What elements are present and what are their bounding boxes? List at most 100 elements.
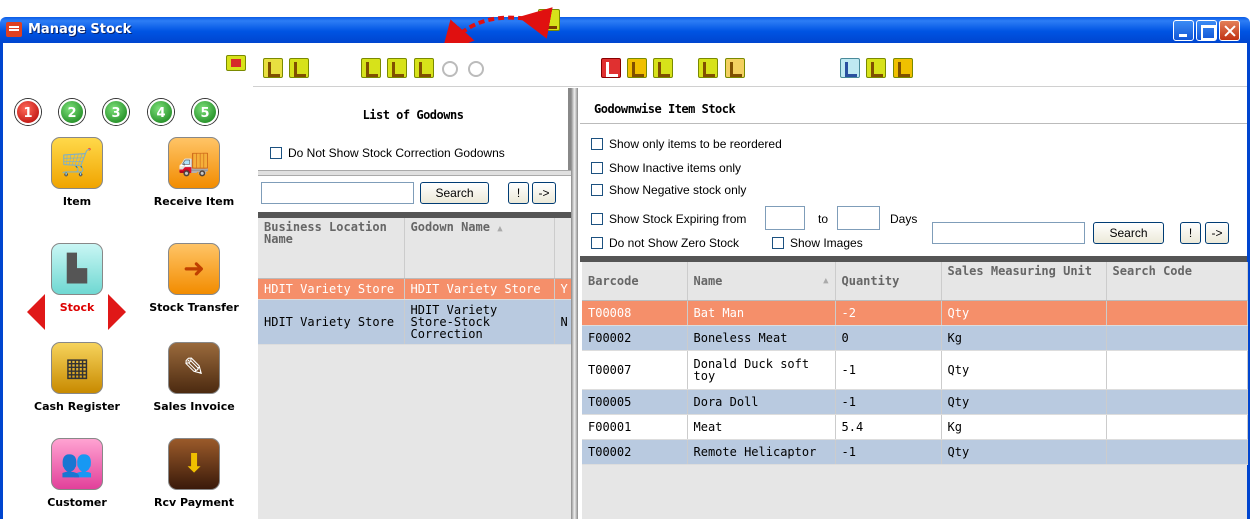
cell-name: Boneless Meat: [687, 325, 836, 351]
table-row[interactable]: HDIT Variety Store HDIT Variety Store-St…: [258, 299, 572, 345]
nav-stock-button[interactable]: ▙ Stock: [27, 243, 127, 314]
step-4-badge[interactable]: 4: [148, 99, 174, 125]
col-quantity[interactable]: Quantity: [835, 262, 942, 301]
step-5-badge[interactable]: 5: [192, 99, 218, 125]
cell-name: Remote Helicaptor: [687, 439, 836, 465]
customer-icon: 👥: [51, 438, 103, 490]
col-godown-name[interactable]: Godown Name ▲: [404, 218, 555, 279]
nav-stock-transfer-button[interactable]: ➜ Stock Transfer: [144, 243, 244, 314]
panel-toggle-icon[interactable]: [226, 55, 246, 71]
step-3-badge[interactable]: 3: [103, 99, 129, 125]
item-search-input[interactable]: [932, 222, 1085, 244]
col-business-location[interactable]: Business Location Name: [258, 218, 405, 279]
item-search-button[interactable]: Search: [1093, 222, 1164, 244]
godown-next-button[interactable]: ->: [532, 182, 556, 204]
maximize-button[interactable]: [1196, 20, 1217, 41]
cell-barcode: T00002: [582, 439, 688, 465]
reload-icon[interactable]: [465, 58, 485, 78]
cell-godown: HDIT Variety Store: [404, 278, 555, 300]
godown-search-button[interactable]: Search: [420, 182, 489, 204]
nav-receive-item-label: Receive Item: [153, 195, 235, 208]
table-row[interactable]: F00001 Meat 5.4 Kg: [582, 414, 1248, 440]
nav-cash-register-button[interactable]: ▦ Cash Register: [27, 342, 127, 413]
sort-asc-icon: ▲: [823, 275, 829, 286]
table-row[interactable]: T00002 Remote Helicaptor -1 Qty: [582, 439, 1248, 465]
cell-quantity: 5.4: [835, 414, 942, 440]
cart-icon[interactable]: [893, 58, 913, 78]
col-search-code[interactable]: Search Code: [1106, 262, 1248, 301]
step-1-badge[interactable]: 1: [15, 99, 41, 125]
godown-exclaim-button[interactable]: !: [508, 182, 529, 204]
cell-extra: Y: [554, 278, 572, 300]
col-barcode[interactable]: Barcode: [582, 262, 688, 301]
nav-item-button[interactable]: 🛒 Item: [27, 137, 127, 208]
stock-in-icon[interactable]: [361, 58, 381, 78]
filter-inactive-checkbox[interactable]: [591, 162, 603, 174]
godowns-panel-header: List of Godowns Do Not Show Stock Correc…: [258, 88, 571, 170]
expiring-to-input[interactable]: [837, 206, 880, 230]
barcode-icon[interactable]: [601, 58, 621, 78]
filter-inactive-row: Show Inactive items only: [591, 161, 741, 175]
cell-unit: Kg: [941, 325, 1107, 351]
transfer-out-icon[interactable]: [725, 58, 745, 78]
godown-search-input[interactable]: [261, 182, 414, 204]
nav-stock-label: Stock: [59, 301, 95, 314]
import-icon[interactable]: [653, 58, 673, 78]
cell-extra: N: [554, 299, 572, 345]
price-icon[interactable]: [866, 58, 886, 78]
godowns-splitter[interactable]: [258, 170, 571, 176]
title-bar: Manage Stock: [0, 17, 1250, 43]
grid-layout-icon[interactable]: [263, 58, 283, 78]
table-row[interactable]: F00002 Boneless Meat 0 Kg: [582, 325, 1248, 351]
filter-negative-label: Show Negative stock only: [609, 183, 747, 197]
filter-inactive-label: Show Inactive items only: [609, 161, 742, 175]
hide-correction-godowns-checkbox[interactable]: [270, 147, 282, 159]
cell-name: Meat: [687, 414, 836, 440]
table-row[interactable]: T00008 Bat Man -2 Qty: [582, 300, 1248, 326]
col-name[interactable]: Name ▲: [687, 262, 836, 301]
nav-sales-invoice-label: Sales Invoice: [153, 400, 235, 413]
step-2-badge[interactable]: 2: [59, 99, 85, 125]
cell-search-code: [1106, 325, 1248, 351]
filter-reorder-checkbox[interactable]: [591, 138, 603, 150]
expiring-to-label: to: [818, 212, 829, 226]
item-stock-header: Godownwise Item Stock: [580, 88, 1247, 124]
filter-negative-row: Show Negative stock only: [591, 183, 746, 197]
nav-customer-button[interactable]: 👥 Customer: [27, 438, 127, 509]
table-row[interactable]: HDIT Variety Store HDIT Variety Store Y: [258, 278, 572, 300]
return-icon[interactable]: [698, 58, 718, 78]
exchange-icon[interactable]: [627, 58, 647, 78]
filter-expiring-label: Show Stock Expiring from: [609, 212, 747, 226]
nav-rcv-payment-button[interactable]: ⬇ Rcv Payment: [144, 438, 244, 509]
minimize-button[interactable]: [1173, 20, 1194, 41]
cell-unit: Qty: [941, 389, 1107, 415]
filter-images-checkbox[interactable]: [772, 237, 784, 249]
export-icon[interactable]: [289, 58, 309, 78]
nav-receive-item-button[interactable]: 🚚 Receive Item: [144, 137, 244, 208]
chart-icon[interactable]: [840, 58, 860, 78]
close-button[interactable]: [1219, 20, 1240, 41]
item-exclaim-button[interactable]: !: [1180, 222, 1201, 244]
cell-quantity: -1: [835, 439, 942, 465]
refresh-icon[interactable]: [439, 58, 459, 78]
panel-splitter[interactable]: [571, 88, 578, 519]
filter-zero-stock-checkbox[interactable]: [591, 237, 603, 249]
nav-cash-register-label: Cash Register: [34, 400, 120, 413]
cell-search-code: [1106, 300, 1248, 326]
table-row[interactable]: T00005 Dora Doll -1 Qty: [582, 389, 1248, 415]
filter-negative-checkbox[interactable]: [591, 184, 603, 196]
expiring-from-input[interactable]: [765, 206, 805, 230]
col-sales-unit[interactable]: Sales Measuring Unit: [941, 262, 1107, 301]
item-next-button[interactable]: ->: [1205, 222, 1229, 244]
stock-trolley-icon: ▙: [51, 243, 103, 295]
stock-adjust-icon[interactable]: [387, 58, 407, 78]
filter-expiring-checkbox[interactable]: [591, 213, 603, 225]
cell-unit: Kg: [941, 414, 1107, 440]
cell-quantity: -1: [835, 389, 942, 415]
nav-sales-invoice-button[interactable]: ✎ Sales Invoice: [144, 342, 244, 413]
delivery-truck-icon: 🚚: [168, 137, 220, 189]
table-row[interactable]: T00007 Donald Duck soft toy -1 Qty: [582, 350, 1248, 390]
nav-item-label: Item: [62, 195, 92, 208]
stock-correction-icon[interactable]: [414, 58, 434, 78]
cell-unit: Qty: [941, 439, 1107, 465]
